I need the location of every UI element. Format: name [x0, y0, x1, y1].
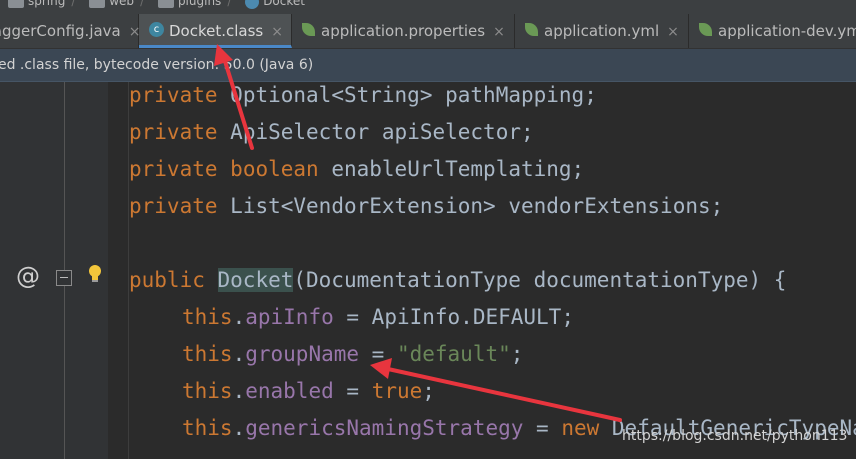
arrow-head-icon: [214, 44, 233, 66]
arrow-head-icon: [370, 358, 392, 379]
arrow-to-group-name: [386, 367, 622, 422]
arrow-to-docket-tab: [222, 56, 254, 150]
watermark: https://blog.csdn.net/python113: [622, 428, 848, 444]
annotation-arrows: [214, 44, 622, 422]
